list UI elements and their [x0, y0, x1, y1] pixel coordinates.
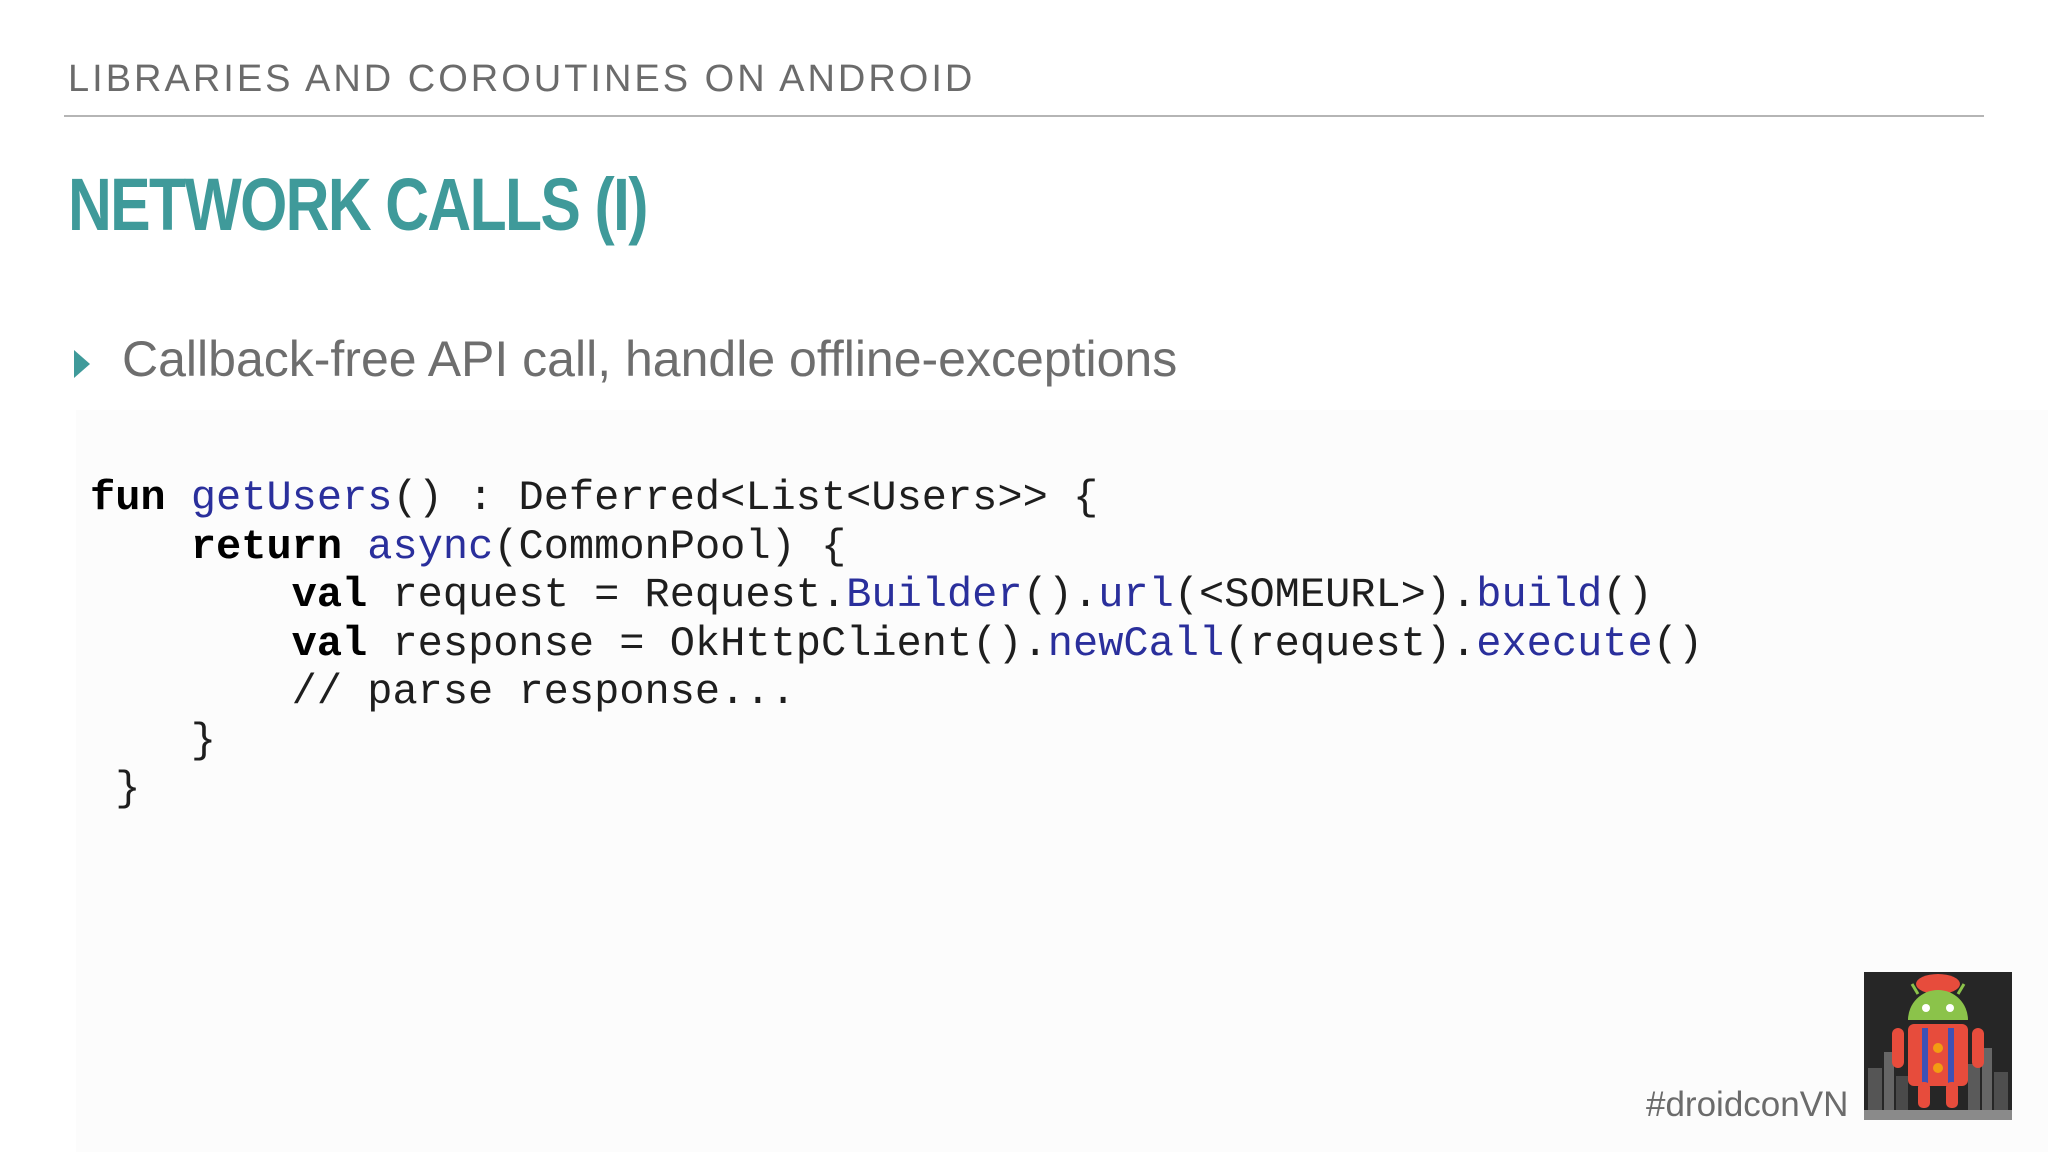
code-text: // parse response... [90, 668, 796, 716]
code-text: (<SOMEURL>). [1173, 571, 1477, 619]
code-text: } [90, 716, 217, 765]
droidcon-logo-icon [1864, 972, 2012, 1120]
code-line: val request = Request.Builder().url(<SOM… [90, 571, 1703, 620]
code-function: async [367, 522, 494, 571]
code-text: () [1602, 571, 1653, 619]
code-function: execute [1476, 619, 1653, 668]
code-function: url [1098, 571, 1174, 619]
code-text: (). [1022, 571, 1099, 619]
code-keyword: fun [90, 474, 166, 522]
bullet-text: Callback-free API call, handle offline-e… [122, 331, 1178, 387]
code-keyword: val [291, 619, 368, 668]
bullet-item: Callback-free API call, handle offline-e… [74, 330, 1177, 388]
code-function: newCall [1047, 619, 1225, 668]
code-line: return async(CommonPool) { [90, 523, 1703, 572]
code-function: build [1476, 571, 1603, 619]
code-keyword: val [291, 571, 368, 619]
event-hashtag: #droidconVN [1646, 1085, 1849, 1124]
slide-title: NETWORK CALLS (I) [68, 163, 648, 246]
code-text: } [90, 765, 141, 813]
code-text: request = Request. [367, 571, 847, 619]
android-robot-icon [1864, 972, 2012, 1120]
bullet-triangle-icon [74, 350, 90, 378]
code-text: () [1652, 619, 1704, 668]
section-header: LIBRARIES AND COROUTINES ON ANDROID [68, 58, 976, 100]
code-text: (request). [1224, 619, 1477, 668]
code-block: fun getUsers() : Deferred<List<Users>> {… [90, 474, 1703, 814]
code-text: (CommonPool) { [493, 522, 847, 571]
code-line: // parse response... [90, 668, 1703, 717]
code-text: response = OkHttpClient(). [367, 619, 1048, 668]
code-keyword: return [190, 522, 343, 571]
code-function: getUsers [190, 474, 393, 522]
code-line: fun getUsers() : Deferred<List<Users>> { [90, 474, 1703, 523]
code-line: } [90, 765, 1703, 814]
slide: LIBRARIES AND COROUTINES ON ANDROID NETW… [0, 0, 2048, 1152]
header-divider [64, 115, 1984, 117]
code-text: () : Deferred<List<Users>> { [392, 474, 1099, 522]
code-line: } [90, 717, 1703, 766]
code-line: val response = OkHttpClient().newCall(re… [90, 620, 1703, 669]
code-function: Builder [846, 571, 1023, 619]
